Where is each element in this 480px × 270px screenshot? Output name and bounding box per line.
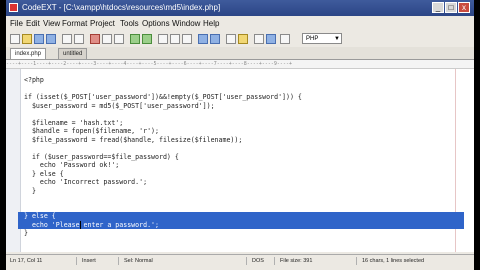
next-bookmark-icon[interactable]: [238, 34, 248, 44]
save-icon[interactable]: [34, 34, 44, 44]
status-divider: [356, 257, 357, 265]
title-bar: CodeEXT - [C:\xampp\htdocs\resources\md5…: [6, 0, 474, 16]
cut-icon[interactable]: [90, 34, 100, 44]
chevron-down-icon: ▼: [334, 36, 340, 42]
code-line: $file_password = fread($handle, filesize…: [24, 135, 243, 144]
redo-icon[interactable]: [142, 34, 152, 44]
menu-options[interactable]: Options: [142, 16, 170, 31]
settings-icon[interactable]: [280, 34, 290, 44]
paste-icon[interactable]: [114, 34, 124, 44]
selected-code-line: echo 'Please enter a password.';: [18, 220, 464, 229]
selection-info: 16 chars, 1 lines selected: [362, 258, 425, 264]
code-line: <?php: [24, 76, 44, 84]
window-title: CodeEXT - [C:\xampp\htdocs\resources\md5…: [22, 3, 221, 12]
code-editor[interactable]: <?php if (isset($_POST['user_password'])…: [6, 69, 474, 252]
line-ending: DOS: [252, 258, 264, 264]
code-line: }: [24, 229, 28, 237]
new-file-icon[interactable]: [10, 34, 20, 44]
code-line-text: echo 'Please enter a password.';: [24, 220, 159, 229]
close-button[interactable]: x: [458, 2, 470, 13]
file-size: File size: 391: [280, 258, 313, 264]
find-next-icon[interactable]: [170, 34, 180, 44]
status-divider: [274, 257, 275, 265]
minimize-button[interactable]: _: [432, 2, 444, 13]
code-line: echo 'Password ok!';: [24, 161, 120, 169]
code-line: if (isset($_POST['user_password'])&&!emp…: [24, 93, 302, 101]
status-divider: [118, 257, 119, 265]
bookmark-icon[interactable]: [226, 34, 236, 44]
print-preview-icon[interactable]: [74, 34, 84, 44]
copy-icon[interactable]: [102, 34, 112, 44]
find-icon[interactable]: [158, 34, 168, 44]
menu-edit[interactable]: Edit: [26, 16, 40, 31]
tab-index-php[interactable]: index.php: [10, 48, 47, 59]
application-window: CodeEXT - [C:\xampp\htdocs\resources\md5…: [6, 0, 474, 270]
code-area[interactable]: <?php if (isset($_POST['user_password'])…: [18, 76, 464, 238]
word-wrap-icon[interactable]: [254, 34, 264, 44]
save-all-icon[interactable]: [46, 34, 56, 44]
outdent-icon[interactable]: [210, 34, 220, 44]
selected-code-line: } else {: [18, 212, 464, 221]
indent-icon[interactable]: [198, 34, 208, 44]
replace-icon[interactable]: [182, 34, 192, 44]
code-line: }: [24, 186, 36, 195]
print-icon[interactable]: [62, 34, 72, 44]
code-line: $user_password = md5($_POST['user_passwo…: [24, 101, 215, 110]
menu-format[interactable]: Format: [62, 16, 87, 31]
status-divider: [76, 257, 77, 265]
app-icon: [9, 3, 18, 12]
status-bar: Ln 17, Col 11 Insert Sel: Normal DOS Fil…: [6, 254, 474, 267]
code-line: if ($user_password==$file_password) {: [24, 152, 179, 161]
language-select-value: PHP: [306, 36, 319, 42]
menu-bar: File Edit View Format Project Tools Opti…: [6, 16, 474, 31]
insert-mode: Insert: [82, 258, 96, 264]
menu-help[interactable]: Help: [203, 16, 219, 31]
code-line: } else {: [24, 169, 64, 178]
text-caret: [80, 220, 81, 229]
language-select[interactable]: PHP ▼: [302, 33, 342, 44]
open-folder-icon[interactable]: [22, 34, 32, 44]
maximize-button[interactable]: □: [445, 2, 457, 13]
selection-mode: Sel: Normal: [124, 258, 153, 264]
menu-tools[interactable]: Tools: [120, 16, 139, 31]
cursor-position: Ln 17, Col 11: [10, 258, 43, 264]
run-icon[interactable]: [266, 34, 276, 44]
code-line: $filename = 'hash.txt';: [24, 118, 124, 127]
menu-view[interactable]: View: [43, 16, 60, 31]
status-divider: [246, 257, 247, 265]
tab-untitled[interactable]: untitled: [58, 48, 88, 59]
menu-window[interactable]: Window: [172, 16, 200, 31]
menu-project[interactable]: Project: [90, 16, 115, 31]
menu-file[interactable]: File: [10, 16, 23, 31]
column-ruler: ----+----1----+----2----+----3----+----4…: [6, 60, 474, 69]
undo-icon[interactable]: [130, 34, 140, 44]
code-line: $handle = fopen($filename, 'r');: [24, 127, 159, 135]
toolbar: [6, 31, 474, 48]
document-tabs: index.php untitled: [6, 47, 474, 60]
code-line: echo 'Incorrect password.';: [24, 178, 148, 186]
